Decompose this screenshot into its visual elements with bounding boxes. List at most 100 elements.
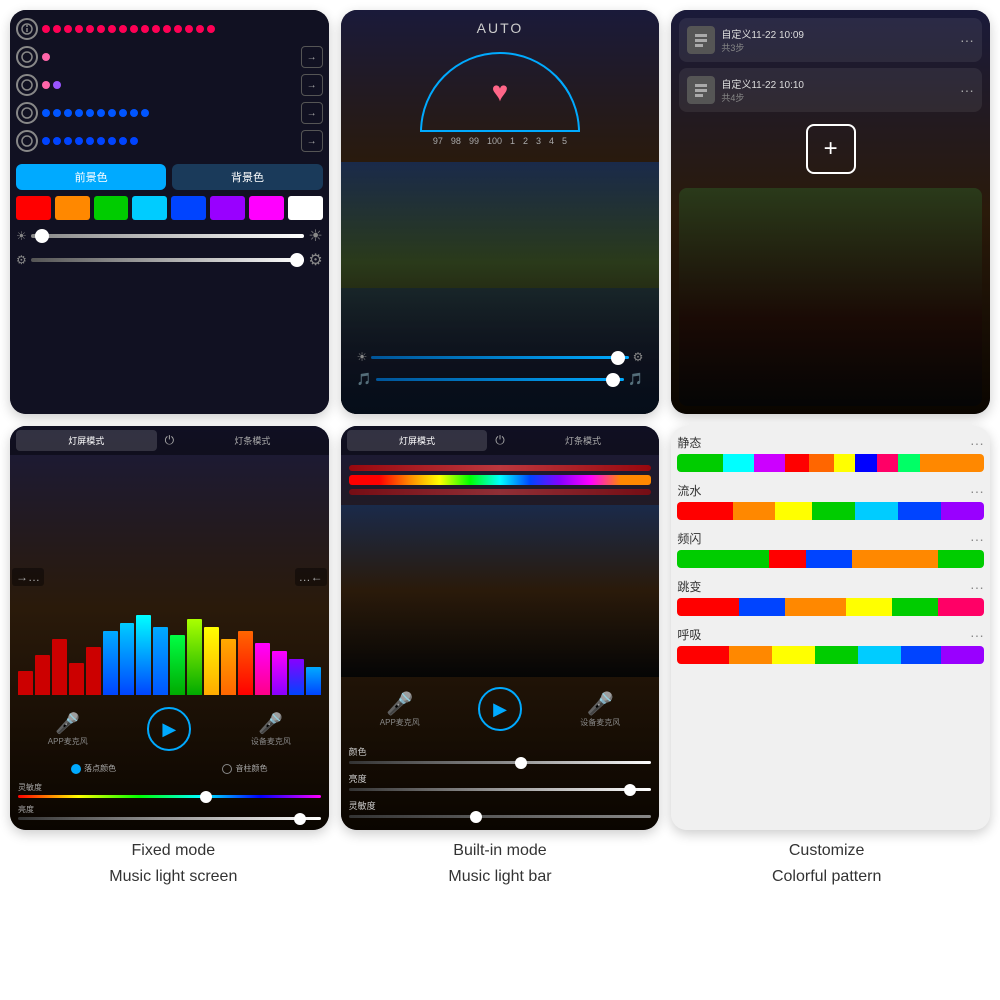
cp-seg [920,454,984,472]
ms-power-icon[interactable]: ⏻ [165,433,175,448]
cp-header-flow: 流水 ··· [677,482,984,499]
caption-customize: Customize [663,838,990,864]
cp-dots-jump[interactable]: ··· [970,579,984,595]
builtin-settings-icon[interactable]: ⚙ [633,350,644,364]
mb-mic-right-group: 🎤 设备麦克风 [580,691,620,728]
builtin-sliders: ☀ ⚙ 🎵 🎵 [357,350,644,394]
fm-swatch-pink[interactable] [249,196,284,220]
fm-swatch-green[interactable] [94,196,129,220]
builtin-slider-row-2: 🎵 🎵 [357,372,644,386]
fm-swatch-red[interactable] [16,196,51,220]
mb-tabs: 灯屏模式 ⏻ 灯条模式 [341,426,660,455]
ms-tab-bar[interactable]: 灯条模式 [182,430,323,451]
mb-power-icon[interactable]: ⏻ [495,433,505,448]
fm-swatch-orange[interactable] [55,196,90,220]
fm-background-btn[interactable]: 背景色 [172,164,322,190]
fm-arrow-5[interactable]: → [301,130,323,152]
music-bar-card: 灯屏模式 ⏻ 灯条模式 🎤 [341,426,660,830]
mb-thumb-3[interactable] [470,811,482,823]
fm-slider-1[interactable] [31,234,305,238]
fm-thumb-2[interactable] [290,253,304,267]
fm-row-4: → [16,102,323,124]
cp-item-static: 静态 ··· [677,434,984,472]
mb-thumb-1[interactable] [515,757,527,769]
ms-bottom-sliders: 灵敏度 亮度 [10,778,329,830]
cust-dots-1[interactable]: ··· [960,32,974,48]
cp-dots-breathe[interactable]: ··· [970,627,984,643]
cp-dots-flow[interactable]: ··· [970,483,984,499]
grid-container: → → [10,10,990,830]
cp-seg [733,502,776,520]
fm-row-2: → [16,46,323,68]
fm-swatch-white[interactable] [288,196,323,220]
cust-dots-2[interactable]: ··· [960,82,974,98]
builtin-thumb-2[interactable] [606,373,620,387]
cust-text-2: 自定义11-22 10:10 共4步 [721,76,954,104]
fm-swatch-blue[interactable] [171,196,206,220]
fm-swatch-purple[interactable] [210,196,245,220]
customize-card: 自定义11-22 10:09 共3步 ··· 自定义11-22 10:10 共4… [671,10,990,414]
fm-row-3: → [16,74,323,96]
cp-seg [806,550,852,568]
ms-slider-2[interactable] [18,817,321,820]
fm-color-buttons: 前景色 背景色 [16,164,323,190]
mb-bar-line-3 [349,489,652,495]
fm-foreground-btn[interactable]: 前景色 [16,164,166,190]
ms-radio-circle-1 [71,764,81,774]
music-screen-card: 灯屏模式 ⏻ 灯条模式 →… [10,426,329,830]
fm-arrow-3[interactable]: → [301,74,323,96]
fm-swatch-cyan[interactable] [132,196,167,220]
ms-radio-item-1[interactable]: 落点颜色 [71,763,116,774]
cp-seg [785,454,810,472]
ms-tabs: 灯屏模式 ⏻ 灯条模式 [10,426,329,455]
cust-item-1[interactable]: 自定义11-22 10:09 共3步 ··· [679,18,982,62]
ms-mic-left-group: 🎤 APP麦克风 [48,711,88,747]
ms-tab-screen[interactable]: 灯屏模式 [16,430,157,451]
mb-slider-2[interactable] [349,788,652,791]
ms-next-btn[interactable]: …← [295,568,327,586]
ms-prev-btn[interactable]: →… [12,568,44,586]
cp-dots-static[interactable]: ··· [970,435,984,451]
ms-play-btn[interactable]: ▶ [147,707,191,751]
builtin-auto-label: AUTO [477,20,524,36]
ms-slider1-label: 灵敏度 [18,782,321,793]
cust-item-2[interactable]: 自定义11-22 10:10 共4步 ··· [679,68,982,112]
cp-seg [858,646,901,664]
mb-slider-3[interactable] [349,815,652,818]
ms-thumb-1[interactable] [200,791,212,803]
mb-tab-bar[interactable]: 灯条模式 [513,430,654,451]
fm-thumb-1[interactable] [35,229,49,243]
builtin-slider-1[interactable] [371,356,628,359]
cust-add-btn[interactable]: + [806,124,856,174]
ms-mic-label-right: 设备麦克风 [251,736,291,747]
fm-row-5: → [16,130,323,152]
fm-slider-2[interactable] [31,258,305,262]
builtin-mic-icon-right: 🎵 [628,372,643,386]
cp-title-jump: 跳变 [677,578,701,595]
mb-slider2-label: 亮度 [349,772,652,785]
builtin-slider-2[interactable] [376,378,625,381]
cust-title-1: 自定义11-22 10:09 [721,26,954,41]
mb-mic-icon-left: 🎤 [380,691,420,717]
cp-seg [769,550,806,568]
fm-arrow-4[interactable]: → [301,102,323,124]
mb-play-btn[interactable]: ▶ [478,687,522,731]
mb-slider-1[interactable] [349,761,652,764]
cp-title-static: 静态 [677,434,701,451]
ms-slider-1[interactable] [18,795,321,798]
builtin-dial: ♥ [420,52,580,132]
ms-radio-item-2[interactable]: 音柱颜色 [222,763,267,774]
cp-dots-flash[interactable]: ··· [970,531,984,547]
builtin-slider-row-1: ☀ ⚙ [357,350,644,364]
cp-seg [938,598,984,616]
mb-thumb-2[interactable] [624,784,636,796]
fm-arrow-2[interactable]: → [301,46,323,68]
builtin-mic-icon-left: 🎵 [357,372,372,386]
mb-tab-screen[interactable]: 灯屏模式 [347,430,488,451]
builtin-thumb-1[interactable] [611,351,625,365]
mb-slider3-label: 灵敏度 [349,799,652,812]
ms-thumb-2[interactable] [294,813,306,825]
caption-fixed-mode: Fixed mode [10,838,337,864]
cp-title-breathe: 呼吸 [677,626,701,643]
fm-speed-icon-right: ⚙ [308,250,322,270]
